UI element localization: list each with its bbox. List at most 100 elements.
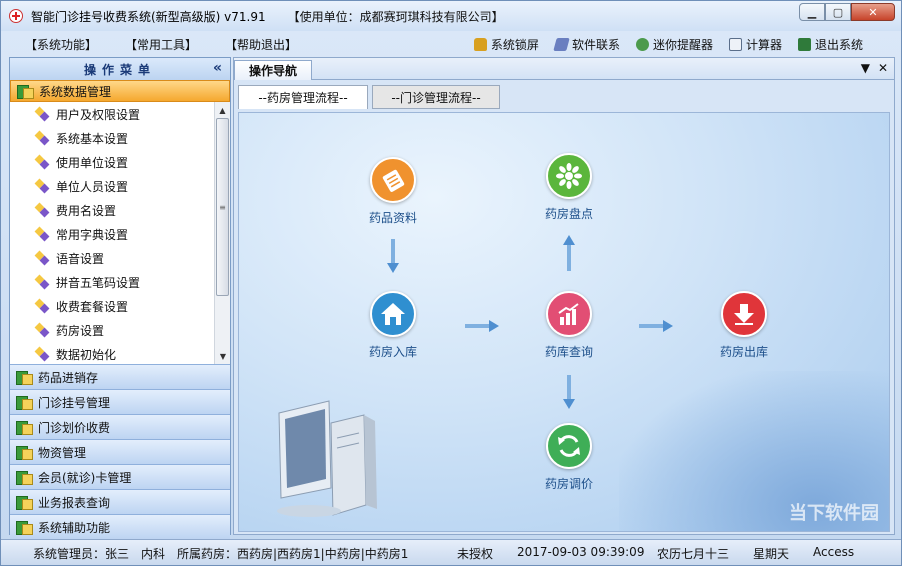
watermark-text: 当下软件园 (789, 503, 879, 524)
sidebar-item-user-permissions[interactable]: 用户及权限设置 (10, 102, 230, 126)
subtab-pharmacy-flow[interactable]: --药房管理流程-- (238, 85, 368, 109)
pharmacy-check-icon (546, 153, 592, 199)
settings-item-icon (36, 204, 48, 216)
sidebar-group-label: 业务报表查询 (38, 495, 111, 510)
sidebar-group-pricing-charging[interactable]: 门诊划价收费 (10, 414, 230, 439)
sidebar-group-system-data[interactable]: 系统数据管理 (10, 80, 230, 102)
sidebar-group-drug-inventory[interactable]: 药品进销存 (10, 364, 230, 389)
group-icon (16, 395, 33, 410)
sidebar-item-label: 语音设置 (56, 251, 105, 266)
node-pharmacy-transfer[interactable]: 药房调价 (524, 423, 614, 492)
sidebar-item-label: 费用名设置 (56, 203, 117, 218)
status-bar: 系统管理员：张三 内科 所属药房：西药房|西药房1|中药房|中药房1 未授权 2… (1, 539, 901, 565)
sidebar-group-label: 药品进销存 (38, 370, 99, 385)
sidebar-item-label: 拼音五笔码设置 (56, 275, 141, 290)
group-icon (16, 470, 33, 485)
computer-illustration (277, 400, 377, 517)
exit-system-button[interactable]: 退出系统 (797, 36, 863, 53)
refresh-icon (546, 423, 592, 469)
close-button[interactable]: ✕ (851, 3, 895, 21)
scroll-down-icon[interactable]: ▼ (215, 348, 230, 364)
status-pharmacy: 所属药房：西药房|西药房1|中药房|中药房1 (177, 547, 409, 561)
sidebar-item-data-init[interactable]: 数据初始化 (10, 342, 230, 364)
sidebar-item-unit-settings[interactable]: 使用单位设置 (10, 150, 230, 174)
sidebar: 操作菜单 « 系统数据管理 用户及权限设置 系统基本设置 使用单位设置 单位人员… (9, 57, 231, 539)
node-stock-query[interactable]: 药库查询 (524, 291, 614, 360)
status-database: Access (813, 545, 855, 559)
sidebar-title: 操作菜单 (83, 62, 156, 77)
book-icon (553, 37, 570, 51)
settings-item-icon (36, 252, 48, 264)
minimize-button[interactable]: ▁ (799, 3, 825, 21)
sidebar-group-reports[interactable]: 业务报表查询 (10, 489, 230, 514)
tab-operation-nav[interactable]: 操作导航 (234, 60, 313, 80)
lock-screen-button[interactable]: 系统锁屏 (473, 36, 539, 53)
node-label: 药房入库 (368, 345, 417, 359)
sidebar-group-label: 物资管理 (38, 445, 87, 460)
settings-item-icon (36, 132, 48, 144)
group-icon (16, 520, 33, 535)
node-label: 药库查询 (544, 345, 593, 359)
main-panel: 操作导航 ▼ ✕ --药房管理流程-- --门诊管理流程-- 药品资料 药房盘点… (233, 57, 895, 535)
node-pharmacy-out[interactable]: 药房出库 (699, 291, 789, 360)
calculator-button[interactable]: 计算器 (728, 36, 782, 53)
contact-button[interactable]: 软件联系 (553, 36, 620, 53)
title-bar: 智能门诊挂号收费系统(新型高级版) v71.91 【使用单位：成都赛珂琪科技有限… (1, 1, 901, 31)
node-drug-info[interactable]: 药品资料 (348, 157, 438, 226)
exit-label: 退出系统 (814, 37, 863, 52)
chart-icon (546, 291, 592, 337)
menu-common-tools[interactable]: 【常用工具】 (125, 36, 197, 53)
sidebar-group-member-card[interactable]: 会员(就诊)卡管理 (10, 464, 230, 489)
sidebar-item-voice[interactable]: 语音设置 (10, 246, 230, 270)
group-icon (16, 495, 33, 510)
scroll-thumb[interactable]: ≡ (216, 118, 229, 296)
menu-system-functions[interactable]: 【系统功能】 (25, 36, 97, 53)
reminder-icon (635, 37, 649, 51)
sidebar-item-staff-settings[interactable]: 单位人员设置 (10, 174, 230, 198)
flow-diagram: 药品资料 药房盘点 药房入库 药库查询 药房出库 药房调价 当下软件园 (238, 112, 890, 532)
settings-item-icon (36, 108, 48, 120)
settings-item-icon (36, 228, 48, 240)
sidebar-item-basic-settings[interactable]: 系统基本设置 (10, 126, 230, 150)
flow-subtabs: --药房管理流程-- --门诊管理流程-- (234, 82, 896, 109)
tab-menu-icon[interactable]: ▼ (861, 61, 870, 75)
sidebar-item-pinyin-wubi[interactable]: 拼音五笔码设置 (10, 270, 230, 294)
node-pharmacy-check[interactable]: 药房盘点 (524, 153, 614, 222)
status-user: 系统管理员：张三 (33, 547, 130, 561)
sidebar-item-fee-packages[interactable]: 收费套餐设置 (10, 294, 230, 318)
tab-strip: 操作导航 ▼ ✕ (234, 58, 894, 80)
node-label: 药品资料 (368, 211, 417, 225)
sidebar-item-fee-names[interactable]: 费用名设置 (10, 198, 230, 222)
node-label: 药房出库 (719, 345, 768, 359)
node-pharmacy-in[interactable]: 药房入库 (348, 291, 438, 360)
node-label: 药房调价 (544, 477, 593, 491)
app-window: 智能门诊挂号收费系统(新型高级版) v71.91 【使用单位：成都赛珂琪科技有限… (0, 0, 902, 566)
group-icon (16, 445, 33, 460)
status-dept: 内科 (141, 547, 166, 561)
window-controls: ▁ ▢ ✕ (799, 3, 895, 21)
tab-close-icon[interactable]: ✕ (878, 61, 888, 75)
menu-help-exit[interactable]: 【帮助退出】 (225, 36, 297, 53)
reminder-button[interactable]: 迷你提醒器 (635, 36, 713, 53)
sidebar-item-dictionary[interactable]: 常用字典设置 (10, 222, 230, 246)
tab-tools: ▼ ✕ (861, 61, 888, 75)
scroll-up-icon[interactable]: ▲ (215, 102, 230, 118)
subtab-clinic-flow[interactable]: --门诊管理流程-- (372, 85, 500, 109)
collapse-icon[interactable]: « (213, 60, 222, 76)
sidebar-group-materials[interactable]: 物资管理 (10, 439, 230, 464)
sidebar-scrollbar[interactable]: ▲ ≡ ▼ (214, 102, 230, 364)
arrow-right-icon (465, 320, 499, 332)
sidebar-group-registration[interactable]: 门诊挂号管理 (10, 389, 230, 414)
toolbar: 系统锁屏 软件联系 迷你提醒器 计算器 退出系统 (473, 33, 863, 55)
sidebar-item-pharmacy-settings[interactable]: 药房设置 (10, 318, 230, 342)
sidebar-group-label: 门诊划价收费 (38, 420, 111, 435)
sidebar-item-label: 常用字典设置 (56, 227, 129, 242)
settings-item-icon (36, 348, 48, 360)
sidebar-group-auxiliary[interactable]: 系统辅助功能 (10, 514, 230, 539)
group-icon (17, 84, 34, 99)
sidebar-group-label: 系统数据管理 (39, 84, 112, 99)
app-logo-icon (9, 9, 23, 23)
sidebar-item-label: 单位人员设置 (56, 179, 129, 194)
home-icon (370, 291, 416, 337)
maximize-button[interactable]: ▢ (825, 3, 851, 21)
